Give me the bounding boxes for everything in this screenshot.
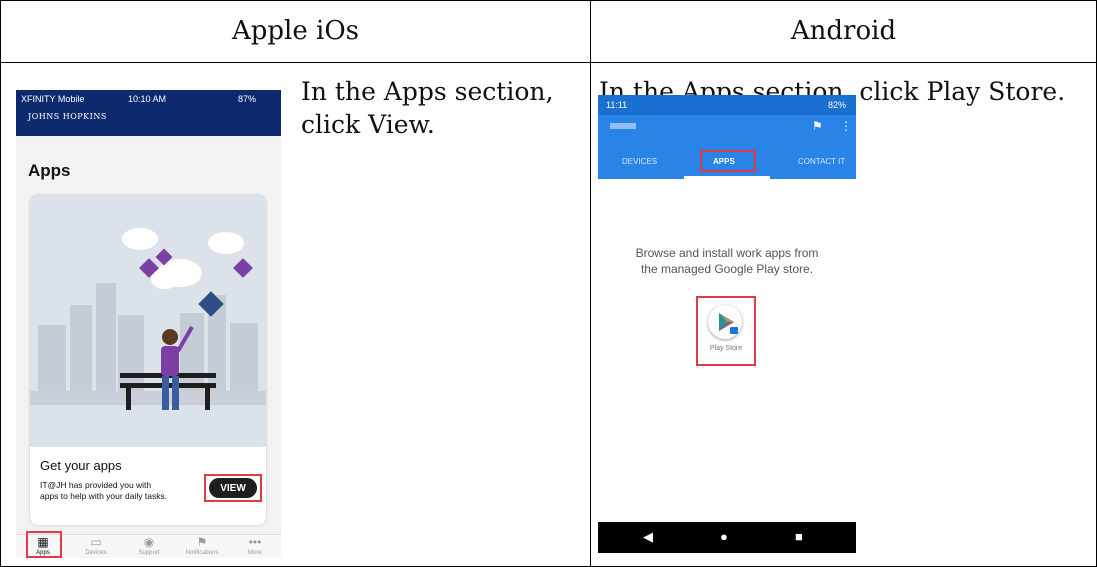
more-icon: ••• <box>248 535 262 549</box>
tab-label-support: Support <box>138 550 160 556</box>
page-title: Apps <box>28 161 71 180</box>
tab-more[interactable]: ••• More <box>230 535 280 556</box>
tab-contact-it[interactable]: CONTACT IT <box>798 157 845 166</box>
status-battery: 87% <box>238 94 257 104</box>
play-store-highlight <box>696 296 756 366</box>
header-ios: Apple iOs <box>231 16 359 46</box>
recents-icon[interactable]: ■ <box>795 529 803 544</box>
card-illustration <box>30 195 266 447</box>
apps-tab-highlight <box>700 150 756 172</box>
tab-label-devices: Devices <box>85 550 107 556</box>
android-message: Browse and install work apps from the ma… <box>598 245 856 277</box>
tab-support[interactable]: ◉ Support <box>124 535 174 556</box>
back-icon[interactable]: ◀ <box>643 529 653 545</box>
android-screenshot: 11:11 82% ⚑ ⋮ DEVICES APPS CONTACT IT Br… <box>598 95 856 553</box>
tab-label-more: More <box>248 550 262 556</box>
android-message-line2: the managed Google Play store. <box>640 262 814 276</box>
apps-card: Get your apps IT@JH has provided you wit… <box>30 195 266 525</box>
instruction-ios: In the Apps section, click View. <box>301 75 553 141</box>
table-border-left <box>0 0 1 567</box>
brand-logo: JOHNS HOPKINS <box>28 112 107 121</box>
table-border-mid <box>0 62 1097 63</box>
android-app-bar: ⚑ ⋮ DEVICES APPS CONTACT IT <box>598 115 856 179</box>
table-border-center <box>590 0 591 567</box>
active-tab-indicator <box>684 176 770 179</box>
status-time: 10:10 AM <box>128 94 167 104</box>
card-title: Get your apps <box>40 458 122 473</box>
tab-devices[interactable]: ▭ Devices <box>71 535 121 556</box>
ios-status-bar: XFINITY Mobile 10:10 AM 87% <box>16 90 281 108</box>
header-android: Android <box>790 16 897 46</box>
overflow-menu-icon[interactable]: ⋮ <box>840 119 852 133</box>
ios-screenshot: XFINITY Mobile 10:10 AM 87% JOHNS HOPKIN… <box>16 90 281 558</box>
support-icon: ◉ <box>143 535 155 549</box>
ios-brand-header: JOHNS HOPKINS <box>16 108 281 136</box>
flag-icon[interactable]: ⚑ <box>812 119 823 133</box>
card-description-line2: apps to help with your daily tasks. <box>40 491 168 501</box>
apps-tab-highlight <box>26 531 62 558</box>
tab-notifications[interactable]: ⚑ Notifications <box>177 535 227 556</box>
tab-devices[interactable]: DEVICES <box>622 157 657 166</box>
brand-logo <box>610 123 636 129</box>
android-nav-bar: ◀ ● ■ <box>598 522 856 553</box>
android-message-line1: Browse and install work apps from <box>635 246 819 260</box>
view-button-highlight <box>204 474 262 502</box>
devices-icon: ▭ <box>90 535 102 549</box>
instruction-ios-line1: In the Apps section, <box>301 77 554 106</box>
flag-icon: ⚑ <box>196 535 208 549</box>
city-illustration <box>30 228 266 410</box>
status-carrier: XFINITY Mobile <box>21 94 85 104</box>
android-status-time: 11:11 <box>606 100 628 110</box>
card-description-line1: IT@JH has provided you with <box>40 480 152 490</box>
instruction-ios-line2: click View. <box>301 110 435 139</box>
home-icon[interactable]: ● <box>720 529 728 544</box>
android-status-bar: 11:11 82% <box>598 95 856 115</box>
android-status-battery: 82% <box>828 100 847 110</box>
tab-label-notifications: Notifications <box>185 550 219 556</box>
